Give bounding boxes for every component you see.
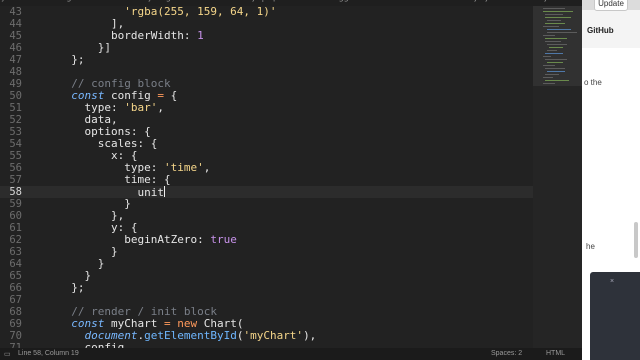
code-token: config [58,341,125,349]
browser-tab[interactable]: Chart.js [520,0,551,5]
line-number: 55 [9,150,22,162]
browser-tab[interactable]: chartjs.org [128,0,171,5]
line-number: 60 [9,210,22,222]
line-number: 52 [9,114,22,126]
line-number: 54 [9,138,22,150]
minimap-line [543,83,555,84]
minimap-line [543,11,573,12]
minimap-line [547,32,577,33]
line-number: 65 [9,270,22,282]
line-number: 53 [9,126,22,138]
browser-tab[interactable]: Chart.js [450,0,481,5]
line-number: 56 [9,162,22,174]
syntax-mode[interactable]: HTML [546,350,565,357]
browser-tab[interactable]: js-tutorial-for-beginners.html [2,0,117,5]
code-token: 'myChart' [243,329,304,342]
code-token: 'bar' [124,101,158,114]
line-number: 57 [9,174,22,186]
minimap-line [543,35,555,36]
code-token: true [210,233,237,246]
line-number: 49 [9,78,22,90]
line-number: 44 [9,18,22,30]
line-number: 64 [9,258,22,270]
minimap-line [543,56,551,57]
minimap-line [543,8,565,9]
line-number: 48 [9,66,22,78]
minimap-line [545,41,561,42]
code-line[interactable]: time: { [58,173,171,186]
line-number: 46 [9,42,22,54]
minimap-line [547,50,557,51]
code-token: }; [58,53,85,66]
minimap-line [545,59,567,60]
line-number: 70 [9,330,22,342]
line-number: 68 [9,306,22,318]
line-number: 67 [9,294,22,306]
code-token: { [163,89,178,102]
line-number: 51 [9,102,22,114]
minimap-line [543,65,555,66]
line-number: 63 [9,246,22,258]
code-token: ), [303,329,317,342]
minimap-line [543,26,559,27]
status-bar: ▭ Line 58, Column 19 Spaces: 2 HTML [0,348,582,360]
minimap-line [547,62,563,63]
update-button[interactable]: Update [594,0,628,11]
code-token: , [157,101,164,114]
cursor-position: Line 58, Column 19 [18,350,79,357]
minimap-line [543,77,553,78]
line-number: 47 [9,54,22,66]
minimap-line [545,23,565,24]
minimap-line [549,47,563,48]
panel-toggle-icon[interactable]: ▭ [4,350,11,358]
text-fragment: o the [584,78,602,87]
minimap-line [545,14,563,15]
minimap-line [547,71,565,72]
code-editor[interactable]: 43 'rgba(255, 159, 64, 1)' 44 ], 45 border… [0,6,533,348]
line-number: 69 [9,318,22,330]
minimap-line [547,44,567,45]
minimap-line [545,74,559,75]
code-token: time: { [58,173,171,186]
close-icon[interactable]: × [610,278,614,285]
minimap-line [545,38,567,39]
minimap[interactable] [533,6,582,348]
line-number: 62 [9,234,22,246]
code-line[interactable]: }; [58,53,85,66]
line-number: 45 [9,30,22,42]
github-link[interactable]: GitHub [587,26,614,35]
minimap-line [547,20,561,21]
minimap-line [545,80,569,81]
code-line[interactable]: }; [58,281,85,294]
minimap-line [545,68,565,69]
browser-pane: Update GitHub o the he × [582,0,640,360]
minimap-line [545,17,571,18]
text-cursor [163,186,165,197]
line-number: 58 [9,186,22,198]
indentation-setting[interactable]: Spaces: 2 [491,350,522,357]
code-token: getElementById [144,329,237,342]
line-number: 59 [9,198,22,210]
code-token: 1 [197,29,204,42]
minimap-line [547,29,571,30]
line-number: 43 [9,6,22,18]
line-number: 50 [9,90,22,102]
code-token: }; [58,281,85,294]
page-scrollbar[interactable] [634,222,638,258]
line-number: 61 [9,222,22,234]
minimap-line [545,53,563,54]
line-number: 66 [9,282,22,294]
code-card: × [590,272,640,360]
text-fragment: he [586,242,595,251]
code-token: , [203,161,211,174]
